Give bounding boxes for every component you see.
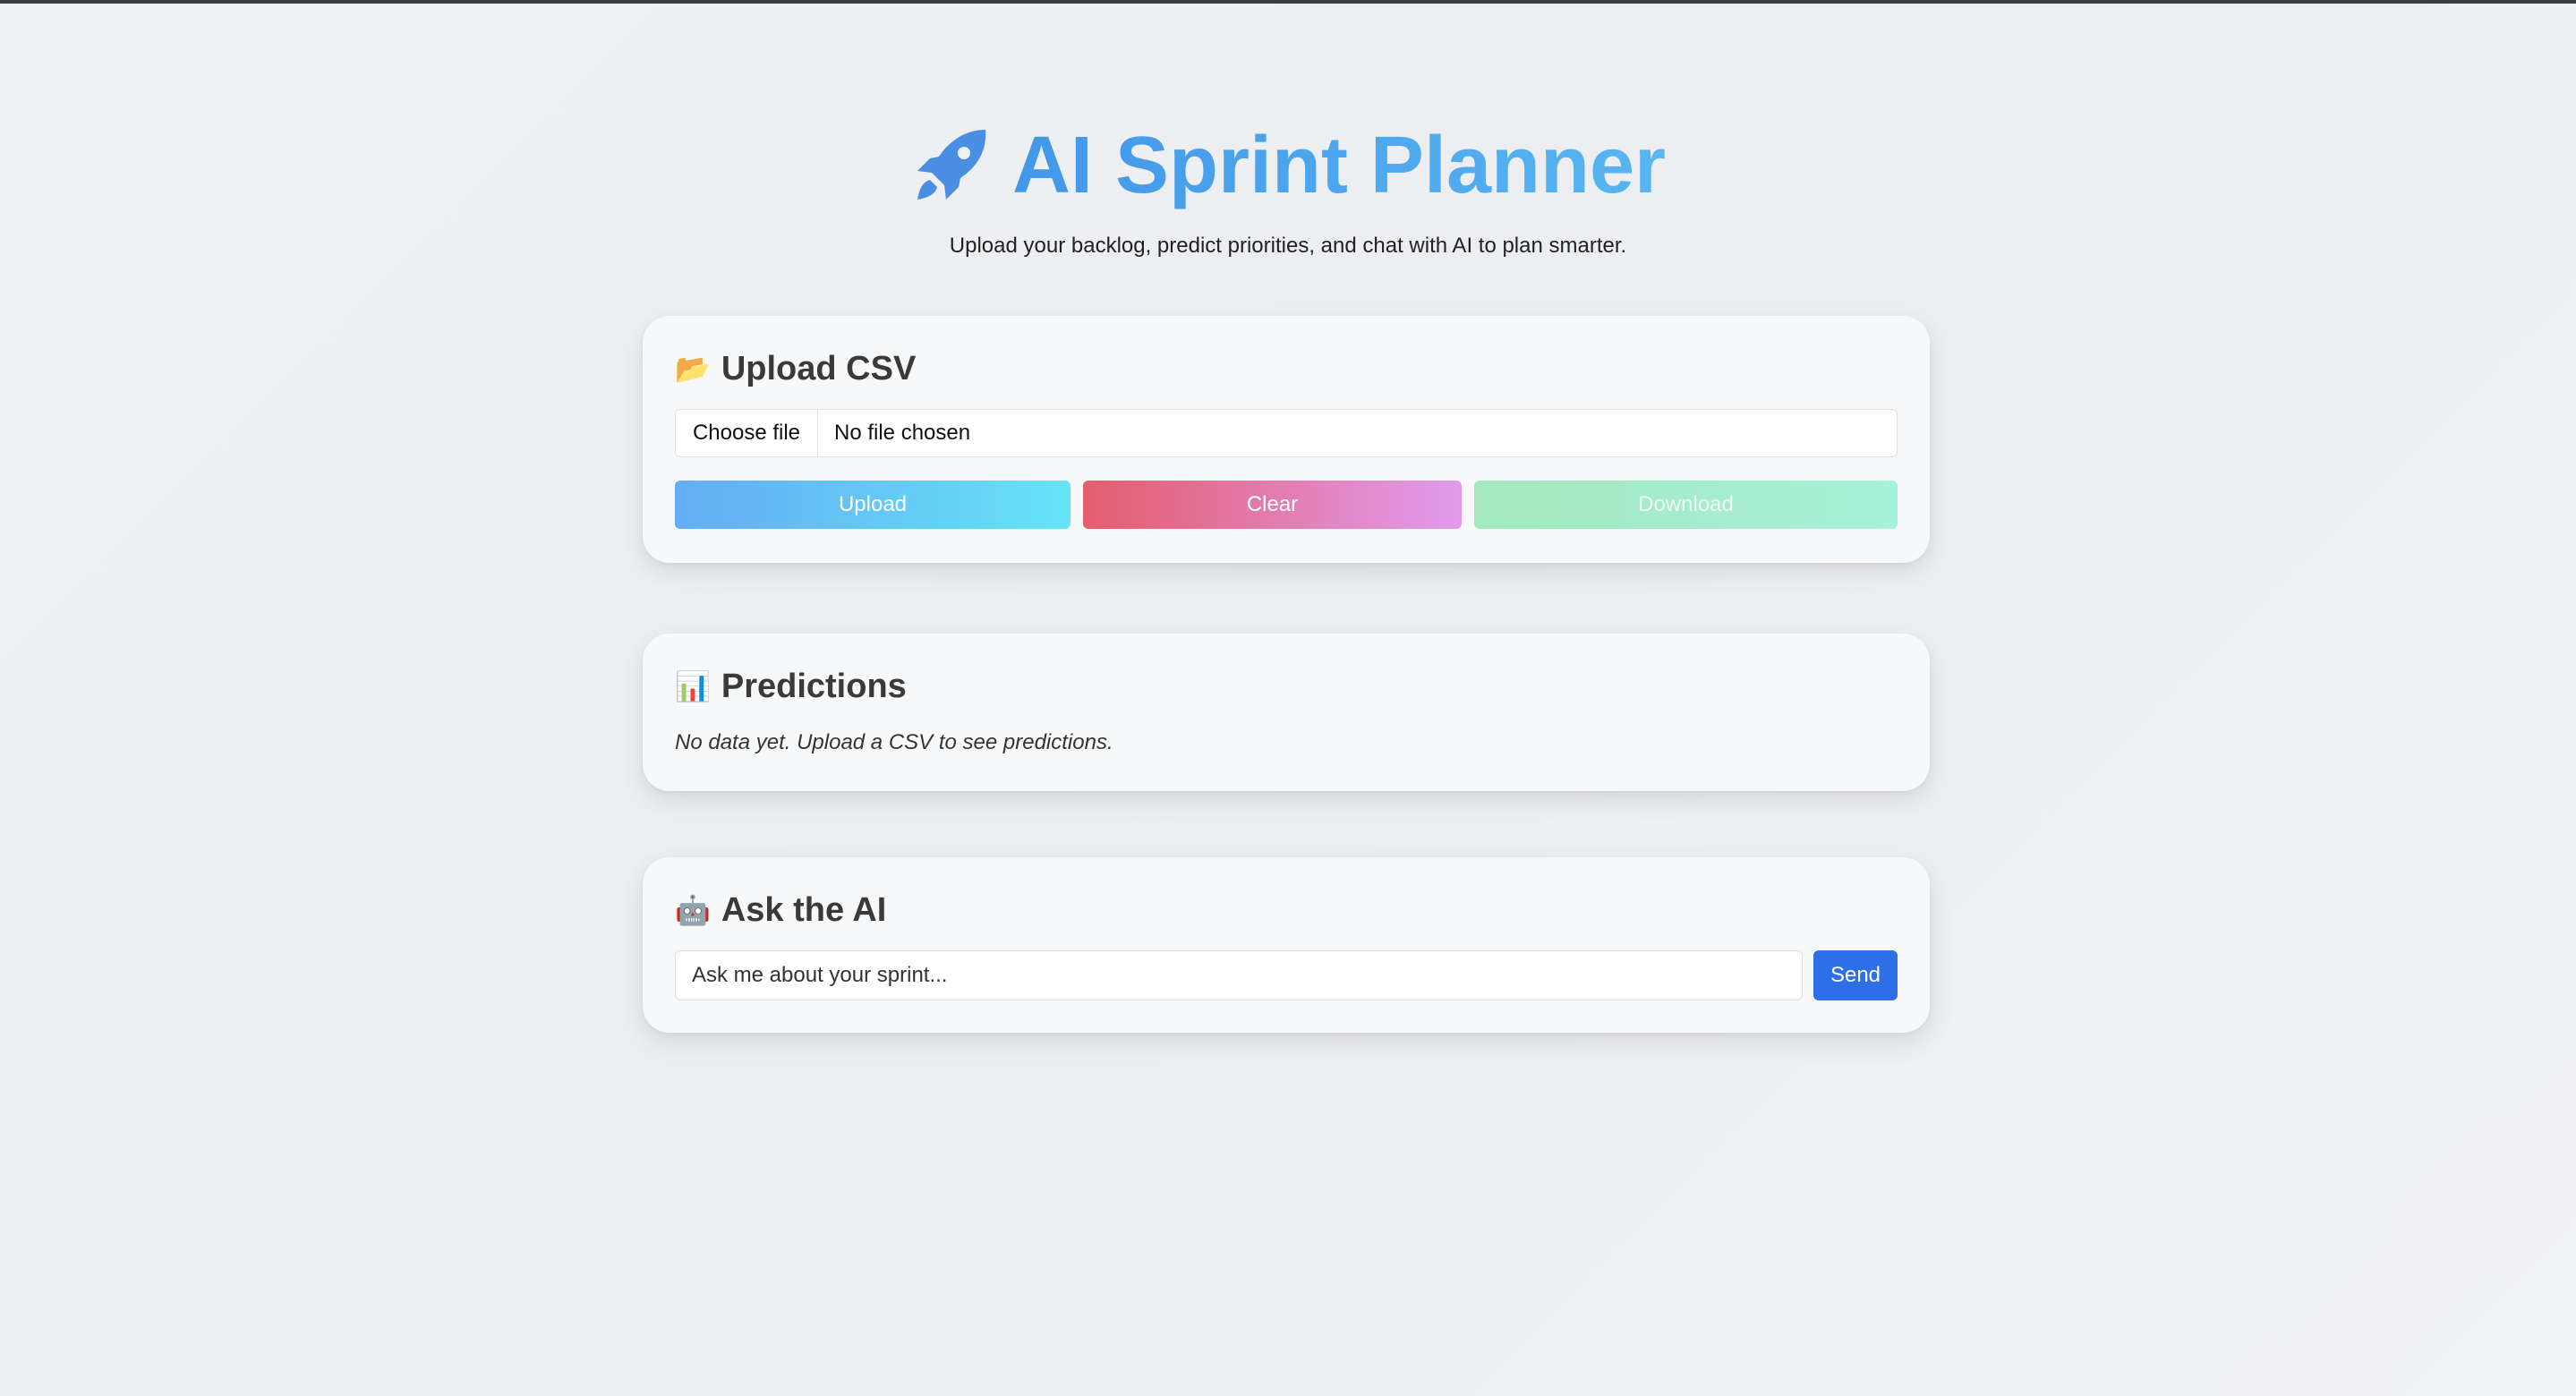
folder-icon: 📂 [675,353,711,385]
upload-button[interactable]: Upload [675,481,1070,529]
choose-file-button[interactable]: Choose file [676,410,818,456]
predictions-card: 📊 Predictions No data yet. Upload a CSV … [643,634,1930,791]
page-title-text: AI Sprint Planner [1011,121,1667,210]
file-status-text: No file chosen [834,421,971,445]
window-top-border [0,0,2576,4]
clear-button[interactable]: Clear [1083,481,1462,529]
ask-heading-text: Ask the AI [721,891,887,929]
bar-chart-icon: 📊 [675,670,711,702]
upload-card: 📂 Upload CSV Choose file No file chosen … [643,316,1930,563]
predictions-heading-text: Predictions [721,668,907,705]
upload-heading-text: Upload CSV [721,350,917,387]
ask-input[interactable] [675,950,1803,1000]
upload-actions: Upload Clear Download [675,481,1898,529]
ask-heading: 🤖 Ask the AI [675,888,1898,932]
predictions-heading: 📊 Predictions [675,664,1898,709]
rocket-icon [910,124,993,207]
send-button[interactable]: Send [1813,950,1898,1000]
file-input[interactable]: Choose file No file chosen [675,409,1898,457]
ask-row: Send [675,950,1898,1000]
page-header: AI Sprint Planner Upload your backlog, p… [0,116,2576,260]
predictions-empty-message: No data yet. Upload a CSV to see predict… [675,730,1113,754]
upload-heading: 📂 Upload CSV [675,346,1898,391]
ask-ai-card: 🤖 Ask the AI Send [643,857,1930,1033]
page-subtitle: Upload your backlog, predict priorities,… [949,234,1627,258]
download-button[interactable]: Download [1474,481,1898,529]
robot-icon: 🤖 [675,894,711,926]
page-title: AI Sprint Planner [910,116,1666,215]
